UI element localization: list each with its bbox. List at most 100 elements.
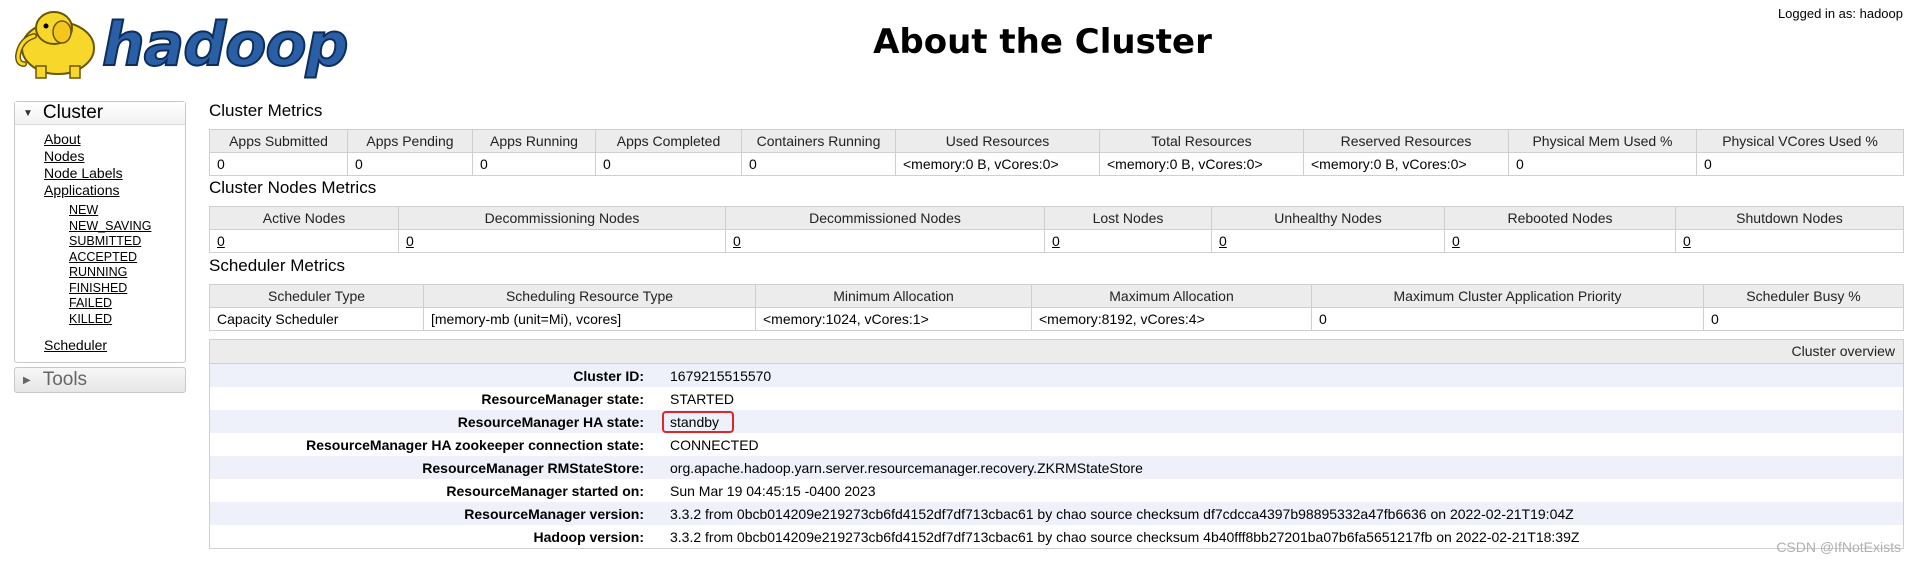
- rm-state-store-value: org.apache.hadoop.yarn.server.resourcema…: [670, 459, 1143, 476]
- node-metrics-title: Cluster Nodes Metrics: [209, 178, 377, 197]
- watermark: CSDN @IfNotExists: [1776, 539, 1901, 555]
- table-header-row: Scheduler Type Scheduling Resource Type …: [209, 284, 1904, 308]
- column-header[interactable]: Containers Running: [741, 129, 896, 153]
- app-state-finished[interactable]: FINISHED: [69, 281, 185, 297]
- table-header-row: Apps Submitted Apps Pending Apps Running…: [209, 129, 1904, 153]
- zk-connection-state-value: CONNECTED: [670, 436, 759, 453]
- overview-label: ResourceManager state:: [481, 390, 644, 407]
- overview-row: ResourceManager started on: Sun Mar 19 0…: [210, 479, 1903, 502]
- sidebar-link-applications[interactable]: Applications: [44, 182, 185, 199]
- cluster-overview-panel: Cluster overview Cluster ID: 16792155155…: [209, 339, 1904, 549]
- overview-row: Cluster ID: 1679215515570: [210, 364, 1903, 387]
- triangle-right-icon: ▶: [23, 374, 31, 386]
- overview-label: Hadoop version:: [533, 528, 644, 545]
- sidebar-cluster-label: Cluster: [42, 102, 104, 123]
- sidebar-tools-header[interactable]: ▶ Tools: [14, 367, 186, 393]
- cluster-metrics-table: Apps Submitted Apps Pending Apps Running…: [209, 129, 1904, 176]
- node-metrics-table: Active Nodes Decommissioning Nodes Decom…: [209, 206, 1904, 253]
- triangle-down-icon: ▼: [23, 107, 33, 119]
- column-header[interactable]: Maximum Cluster Application Priority: [1311, 284, 1704, 308]
- active-nodes-link[interactable]: 0: [209, 229, 399, 253]
- table-cell: <memory:1024, vCores:1>: [755, 307, 1032, 331]
- table-header-row: Active Nodes Decommissioning Nodes Decom…: [209, 206, 1904, 230]
- decommissioned-nodes-link[interactable]: 0: [725, 229, 1045, 253]
- column-header[interactable]: Active Nodes: [209, 206, 399, 230]
- app-state-accepted[interactable]: ACCEPTED: [69, 250, 185, 266]
- overview-row: ResourceManager RMStateStore: org.apache…: [210, 456, 1903, 479]
- hadoop-version-value: 3.3.2 from 0bcb014209e219273cb6fd4152df7…: [670, 528, 1580, 545]
- column-header[interactable]: Reserved Resources: [1303, 129, 1509, 153]
- column-header[interactable]: Apps Pending: [347, 129, 473, 153]
- table-cell: 0: [741, 152, 896, 176]
- sidebar-link-scheduler[interactable]: Scheduler: [44, 337, 185, 354]
- table-cell: <memory:0 B, vCores:0>: [1303, 152, 1509, 176]
- cluster-metrics-title: Cluster Metrics: [209, 101, 323, 120]
- page-title: About the Cluster: [873, 22, 1212, 62]
- column-header[interactable]: Physical VCores Used %: [1696, 129, 1904, 153]
- sidebar-cluster-header[interactable]: ▼ Cluster: [15, 102, 185, 125]
- table-row: 0 0 0 0 0 0 0: [209, 229, 1904, 253]
- table-row: 0 0 0 0 0 <memory:0 B, vCores:0> <memory…: [209, 152, 1904, 176]
- unhealthy-nodes-link[interactable]: 0: [1211, 229, 1445, 253]
- app-state-list: NEW NEW_SAVING SUBMITTED ACCEPTED RUNNIN…: [44, 203, 185, 327]
- logged-in-user: Logged in as: hadoop: [1777, 6, 1903, 21]
- app-state-failed[interactable]: FAILED: [69, 296, 185, 312]
- overview-label: ResourceManager started on:: [446, 482, 644, 499]
- table-row: Capacity Scheduler [memory-mb (unit=Mi),…: [209, 307, 1904, 331]
- overview-label: ResourceManager HA state:: [457, 413, 644, 430]
- overview-row: ResourceManager HA state: standby: [210, 410, 1903, 433]
- rebooted-nodes-link[interactable]: 0: [1444, 229, 1676, 253]
- column-header[interactable]: Used Resources: [895, 129, 1100, 153]
- table-cell: <memory:0 B, vCores:0>: [1099, 152, 1304, 176]
- column-header[interactable]: Unhealthy Nodes: [1211, 206, 1445, 230]
- column-header[interactable]: Total Resources: [1099, 129, 1304, 153]
- cluster-overview-header: Cluster overview: [210, 340, 1903, 364]
- lost-nodes-link[interactable]: 0: [1044, 229, 1212, 253]
- sidebar-link-about[interactable]: About: [44, 131, 185, 148]
- column-header[interactable]: Scheduler Busy %: [1703, 284, 1904, 308]
- table-cell: 0: [347, 152, 473, 176]
- table-cell: 0: [1703, 307, 1904, 331]
- column-header[interactable]: Scheduler Type: [209, 284, 424, 308]
- column-header[interactable]: Maximum Allocation: [1031, 284, 1312, 308]
- table-cell: 0: [1696, 152, 1904, 176]
- table-cell: <memory:0 B, vCores:0>: [895, 152, 1100, 176]
- column-header[interactable]: Apps Completed: [595, 129, 742, 153]
- overview-row: ResourceManager version: 3.3.2 from 0bcb…: [210, 502, 1903, 525]
- table-cell: 0: [1311, 307, 1704, 331]
- sidebar-cluster-panel: ▼ Cluster About Nodes Node Labels Applic…: [14, 101, 186, 363]
- column-header[interactable]: Rebooted Nodes: [1444, 206, 1676, 230]
- column-header[interactable]: Scheduling Resource Type: [423, 284, 756, 308]
- app-state-new[interactable]: NEW: [69, 203, 185, 219]
- column-header[interactable]: Apps Running: [472, 129, 596, 153]
- overview-label: ResourceManager HA zookeeper connection …: [306, 436, 644, 453]
- rm-version-value: 3.3.2 from 0bcb014209e219273cb6fd4152df7…: [670, 505, 1574, 522]
- overview-label: ResourceManager version:: [464, 505, 644, 522]
- column-header[interactable]: Physical Mem Used %: [1508, 129, 1697, 153]
- column-header[interactable]: Decommissioning Nodes: [398, 206, 726, 230]
- shutdown-nodes-link[interactable]: 0: [1675, 229, 1904, 253]
- scheduler-metrics-table: Scheduler Type Scheduling Resource Type …: [209, 284, 1904, 331]
- sidebar-link-nodes[interactable]: Nodes: [44, 148, 185, 165]
- sidebar: ▼ Cluster About Nodes Node Labels Applic…: [14, 101, 186, 393]
- sidebar-tools-label: Tools: [42, 369, 88, 390]
- column-header[interactable]: Lost Nodes: [1044, 206, 1212, 230]
- overview-row: ResourceManager HA zookeeper connection …: [210, 433, 1903, 456]
- scheduler-metrics-title: Scheduler Metrics: [209, 256, 346, 275]
- table-cell: 0: [209, 152, 348, 176]
- decommissioning-nodes-link[interactable]: 0: [398, 229, 726, 253]
- app-state-running[interactable]: RUNNING: [69, 265, 185, 281]
- column-header[interactable]: Minimum Allocation: [755, 284, 1032, 308]
- app-state-killed[interactable]: KILLED: [69, 312, 185, 328]
- app-state-new-saving[interactable]: NEW_SAVING: [69, 219, 185, 235]
- overview-row: ResourceManager state: STARTED: [210, 387, 1903, 410]
- app-state-submitted[interactable]: SUBMITTED: [69, 234, 185, 250]
- column-header[interactable]: Decommissioned Nodes: [725, 206, 1045, 230]
- table-cell: Capacity Scheduler: [209, 307, 424, 331]
- table-cell: 0: [472, 152, 596, 176]
- rm-started-on-value: Sun Mar 19 04:45:15 -0400 2023: [670, 482, 876, 499]
- column-header[interactable]: Apps Submitted: [209, 129, 348, 153]
- overview-row: Hadoop version: 3.3.2 from 0bcb014209e21…: [210, 525, 1903, 548]
- sidebar-link-node-labels[interactable]: Node Labels: [44, 165, 185, 182]
- column-header[interactable]: Shutdown Nodes: [1675, 206, 1904, 230]
